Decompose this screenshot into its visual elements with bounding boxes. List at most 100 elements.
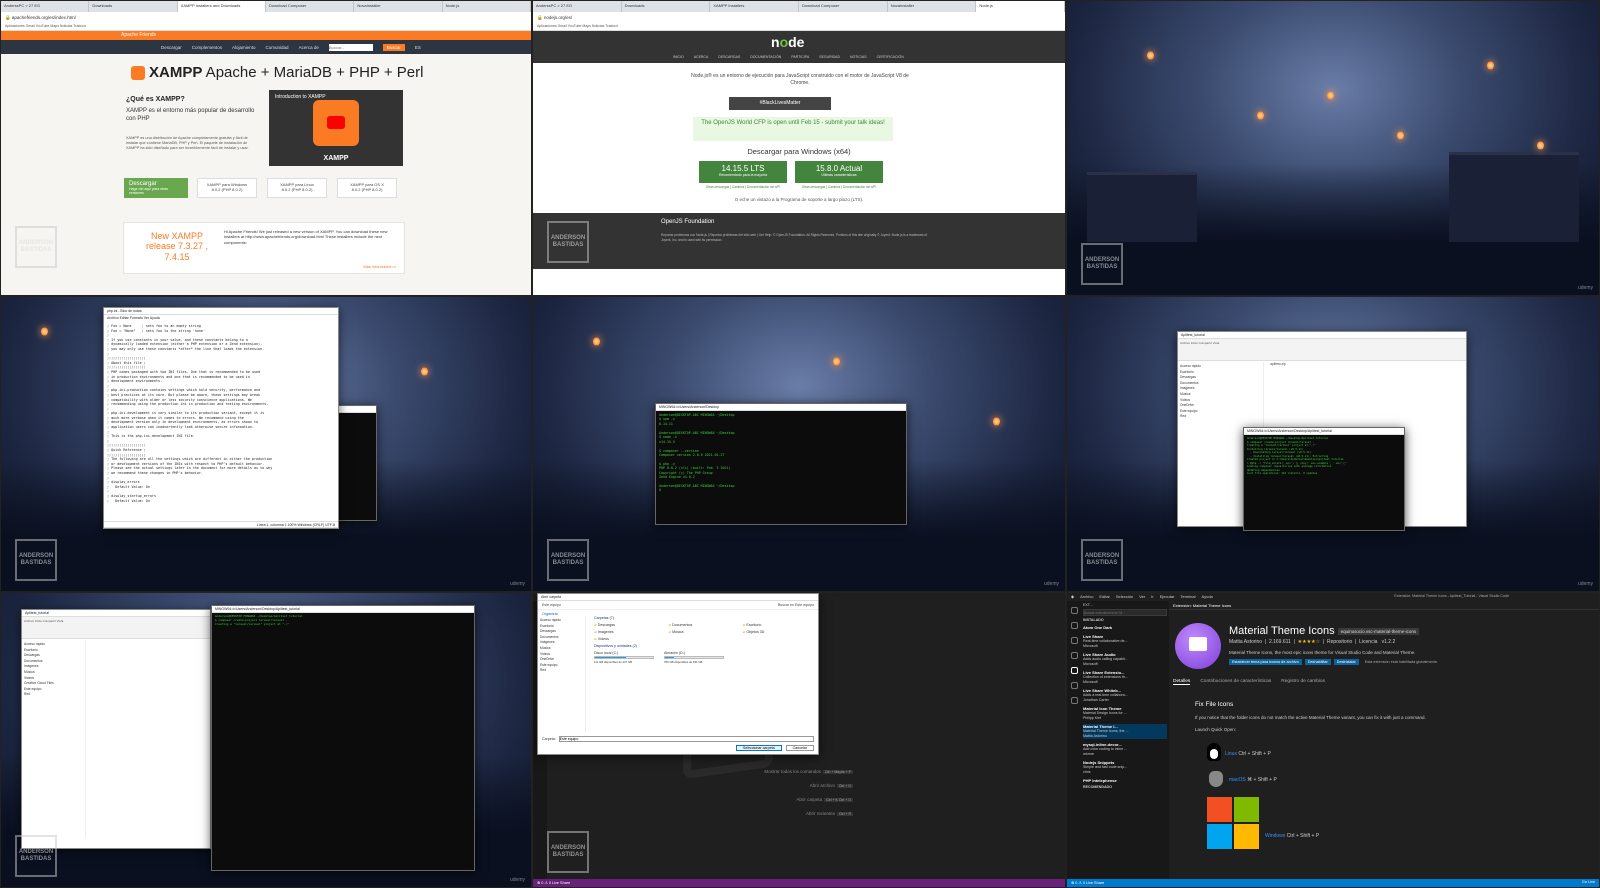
nav-descargar[interactable]: Descargar (161, 45, 182, 50)
license-link[interactable]: Licencia (1359, 639, 1377, 645)
cancel-button[interactable]: Cancelar (785, 745, 814, 751)
nav-item[interactable]: SEGURIDAD (819, 55, 840, 59)
browser-tab[interactable]: Downloads (89, 1, 178, 12)
repository-link[interactable]: Repositorio (1327, 639, 1352, 645)
blm-banner[interactable]: #BlackLivesMatter (729, 97, 831, 110)
search-icon[interactable] (1070, 622, 1078, 629)
address-bar[interactable]: Este equipo (542, 603, 561, 607)
go-live-button[interactable]: Go Live (1582, 880, 1595, 884)
drive-item[interactable]: Almacén (D:) 780 GB disponibles de 931 GB (664, 651, 724, 664)
lts-note[interactable]: O eche un vistazo a la Programa de sopor… (533, 197, 1065, 202)
uninstall-button[interactable]: Desinstalar (1333, 659, 1359, 665)
browser-tabs[interactable]: AnderssPC > 27 EG Downloads XAMPP Installe… (533, 1, 1065, 12)
tab-details[interactable]: Detalles (1173, 679, 1191, 685)
extension-item[interactable]: Nodejs Snippets Simple and fast code snip… (1083, 760, 1167, 775)
file-item[interactable]: aplitest.zip (1270, 362, 1464, 367)
extension-item[interactable]: Live Share Real-time collaborative de... M… (1083, 634, 1167, 649)
nav-comunidad[interactable]: Comunidad (266, 45, 289, 50)
installed-heading[interactable]: INSTALADO (1083, 618, 1167, 622)
intro-video[interactable]: Introduction to XAMPP XAMPP (269, 90, 403, 166)
terminal-output[interactable]: Anderson@DESKTOP MINGW64 ~/Desktop/Aplit… (1244, 435, 1404, 478)
lts-download-button[interactable]: 14.15.5 LTS Recomendado para la mayoría (699, 161, 787, 183)
folder-input[interactable] (558, 736, 814, 742)
extension-item[interactable]: PHP Intelephense (1083, 778, 1167, 784)
run-icon[interactable] (1070, 652, 1078, 659)
extension-search-input[interactable] (1083, 609, 1167, 616)
menu-item[interactable]: Ir (1151, 594, 1153, 600)
terminal-window[interactable]: MINGW64:/c/Users/Anderson/Desktop/Aplite… (211, 605, 475, 871)
tab-changelog[interactable]: Registro de cambios (1281, 679, 1325, 685)
browser-tab[interactable]: Downloads (622, 1, 711, 12)
select-folder-button[interactable]: Seleccionar carpeta (735, 745, 782, 751)
welcome-hint[interactable]: Abrir archivo Ctrl + O (683, 783, 853, 788)
folder-item[interactable]: ▰ Descargas (594, 623, 665, 627)
language-select[interactable]: ES (415, 45, 421, 50)
folder-item[interactable]: ▰ Objetos 3D (743, 630, 814, 634)
browser-tab[interactable]: XAMPP Installers (710, 1, 800, 12)
search-input[interactable] (328, 43, 373, 51)
nav-item[interactable]: ACERCA (694, 55, 709, 59)
menu-item[interactable]: Editar (1099, 594, 1109, 600)
nav-pane-item[interactable]: Red (24, 692, 83, 698)
nav-pane-item[interactable]: Red (1180, 414, 1261, 420)
terminal-window[interactable]: MINGW64:/c/Users/Anderson/Desktop Anders… (655, 403, 907, 525)
menu-item[interactable]: Terminal (1180, 594, 1195, 600)
explorer-ribbon[interactable]: Archivo Inicio Compartir Vista (22, 617, 210, 639)
browser-tab[interactable]: Node.js (976, 1, 1065, 12)
nav-acerca[interactable]: Acerca de (299, 45, 319, 50)
status-bar[interactable]: ⊗ 0 ⚠ 0 Live Share (533, 879, 1065, 887)
browser-tab[interactable]: AnderssPC > 27 EG (1, 1, 90, 12)
remote-icon[interactable] (1070, 682, 1078, 689)
menu-bar[interactable]: Archivo Editar Formato Ver Ayuda (104, 315, 338, 322)
nav-item[interactable]: CERTIFICACIÓN (877, 55, 904, 59)
search-button[interactable]: Buscar (382, 43, 405, 51)
menu-item[interactable]: Ejecutar (1160, 594, 1175, 600)
menu-item[interactable]: Archivo (1080, 594, 1093, 600)
current-download-button[interactable]: 15.8.0 Actual Últimas características (795, 161, 883, 183)
address-bar[interactable]: 🔒 nodejs.org/es/ (533, 12, 1065, 23)
menu-item[interactable]: Selección (1116, 594, 1133, 600)
browser-tab[interactable]: NovaInstaller (888, 1, 977, 12)
play-icon[interactable] (327, 116, 345, 129)
browser-tabs[interactable]: AnderssPC > 27 EG Downloads XAMPP Installe… (1, 1, 531, 12)
bookmarks-bar[interactable]: Aplicaciones Gmail YouTube Maps Noticias… (533, 23, 1065, 31)
author[interactable]: Mattia Astorino (1229, 639, 1262, 645)
source-control-icon[interactable] (1070, 637, 1078, 644)
tab-contributions[interactable]: Contribuciones de características (1200, 679, 1271, 685)
editor-tab[interactable]: Extensión: Material Theme Icons (1169, 601, 1599, 610)
disable-button[interactable]: Deshabilitar (1304, 659, 1331, 665)
extensions-icon[interactable] (1070, 667, 1078, 674)
folder-item[interactable]: ▰ Vídeos (594, 637, 665, 641)
nav-complementos[interactable]: Complementos (192, 45, 222, 50)
dialog-search[interactable]: Buscar en Este equipo (778, 603, 814, 607)
explorer-icon[interactable] (1070, 607, 1078, 614)
extension-item[interactable]: mysql-inline-decor... Add color coding to… (1083, 742, 1167, 757)
editor-text[interactable]: ; Foo = None ; sets foo to an empty stri… (104, 322, 338, 518)
status-bar[interactable]: ⊗ 0 ⚠ 0 Live Share Go Live (1067, 879, 1599, 887)
browser-tab[interactable]: Download Composer (799, 1, 888, 12)
terminal-output[interactable]: Anderson@DESKTOP MINGW64 ~/Desktop/Aplit… (212, 613, 474, 628)
set-file-icon-theme-button[interactable]: Establecer tema para iconos de archivo (1229, 659, 1302, 665)
extension-item[interactable]: Live Share Whiteb... Adds a real-time col… (1083, 688, 1167, 703)
menu-item[interactable]: Ver (1139, 594, 1145, 600)
download-windows[interactable]: XAMPP para Windows 8.0.2 (PHP 8.0.2) (197, 178, 257, 198)
menu-item[interactable]: Ayuda (1202, 594, 1213, 600)
folder-item[interactable]: ▰ Escritorio (743, 623, 814, 627)
bookmarks-bar[interactable]: Aplicaciones Gmail YouTube Maps Noticias… (1, 23, 531, 31)
nav-pane-item[interactable]: Red (540, 668, 583, 674)
node-logo[interactable]: node (771, 34, 804, 50)
download-osx[interactable]: XAMPP para OS X 8.0.2 (PHP 8.0.2) (337, 178, 397, 198)
more-info-link[interactable]: Más información » (363, 264, 396, 269)
notepad-window[interactable]: php.ini - Bloc de notas Archivo Editar F… (103, 307, 339, 529)
extension-item[interactable]: Material Theme I... Material Theme Icons,… (1083, 723, 1167, 739)
extension-item[interactable]: Atom One Dark (1083, 625, 1167, 631)
address-bar[interactable]: 🔒 apachefriends.org/es/index.html (1, 12, 531, 23)
release-title[interactable]: New XAMPP release 7.3.27 , 7.4.15 (142, 231, 212, 262)
live-share-icon[interactable] (1070, 697, 1078, 704)
folder-item[interactable]: ▰ Imágenes (594, 630, 665, 634)
welcome-hint[interactable]: Abrir carpeta Ctrl + K Ctrl + O (683, 797, 853, 802)
explorer-window[interactable]: Aplitest_tutorial Archivo Inicio Compart… (21, 609, 211, 849)
nav-item[interactable]: PARTICIPA (791, 55, 809, 59)
browser-tab[interactable]: NovaInstaller (354, 1, 443, 12)
download-linux[interactable]: XAMPP para Linux 8.0.2 (PHP 8.0.2) (267, 178, 327, 198)
